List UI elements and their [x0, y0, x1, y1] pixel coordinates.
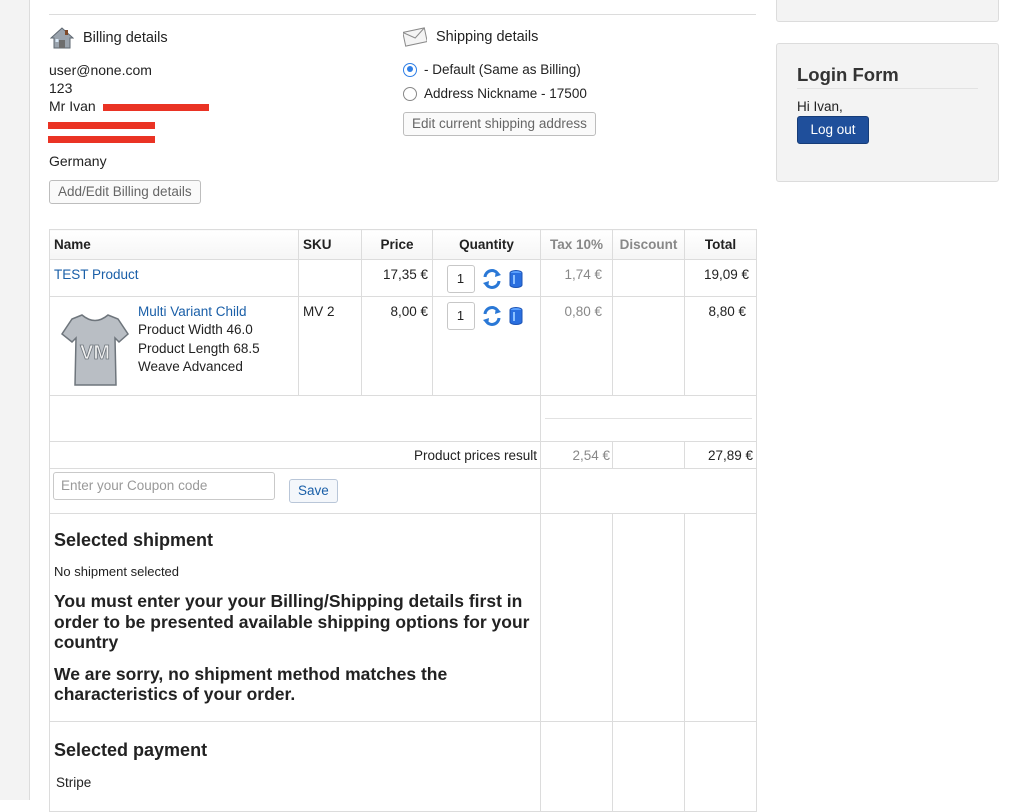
price-cell: 17,35 €	[361, 259, 433, 297]
product-detail: Weave Advanced	[138, 358, 243, 374]
divider	[797, 88, 978, 89]
quantity-cell: 1	[432, 296, 541, 396]
summary-tax: 2,54 €	[540, 441, 613, 469]
column-header-quantity: Quantity	[432, 229, 541, 260]
tax-cell: 0,80 €	[540, 296, 613, 396]
payment-row: Selected payment Stripe	[49, 721, 757, 812]
empty-cell	[540, 721, 613, 812]
login-form-module: Login Form Hi Ivan, Log out	[776, 43, 999, 182]
billing-header: Billing details	[50, 26, 168, 50]
empty-cell	[684, 513, 757, 722]
edit-shipping-button[interactable]: Edit current shipping address	[403, 112, 596, 136]
empty-cell	[540, 395, 757, 442]
total-cell: 8,80 €	[684, 296, 757, 396]
login-form-title: Login Form	[797, 64, 899, 85]
save-coupon-button[interactable]: Save	[289, 479, 338, 503]
empty-cell	[540, 468, 757, 514]
delete-icon[interactable]	[505, 305, 527, 327]
payment-title: Selected payment	[54, 740, 208, 760]
summary-total: 27,89 €	[684, 441, 757, 469]
billing-country: Germany	[49, 152, 107, 169]
delete-icon[interactable]	[505, 268, 527, 290]
empty-cell	[684, 721, 757, 812]
column-header-name: Name	[49, 229, 299, 260]
price-cell: 8,00 €	[361, 296, 433, 396]
shipment-row: Selected shipment No shipment selected Y…	[49, 513, 757, 722]
sku-cell: MV 2	[298, 296, 362, 396]
redaction-bar	[48, 135, 155, 143]
shipment-title: Selected shipment	[54, 530, 214, 550]
redaction-bar	[48, 121, 155, 129]
refresh-icon[interactable]	[481, 268, 503, 290]
quantity-cell: 1	[432, 259, 541, 297]
left-gutter	[0, 0, 30, 800]
billing-city	[48, 134, 155, 152]
radio-checked[interactable]	[403, 62, 417, 77]
product-link[interactable]: TEST Product	[54, 267, 139, 282]
discount-cell	[612, 296, 685, 396]
edit-billing-button[interactable]: Add/Edit Billing details	[49, 180, 201, 204]
table-row: VM Multi Variant Child Product Width 46.…	[49, 296, 757, 396]
billing-line-2: 123	[49, 80, 73, 97]
refresh-icon[interactable]	[481, 305, 503, 327]
sidebar-top-module	[776, 0, 999, 22]
redaction-bar	[103, 104, 209, 112]
tax-cell: 1,74 €	[540, 259, 613, 297]
shipping-option-label: - Default (Same as Billing)	[424, 62, 581, 77]
shipping-title: Shipping details	[436, 29, 539, 45]
logout-button[interactable]: Log out	[797, 116, 869, 144]
product-cell: VM Multi Variant Child Product Width 46.…	[49, 296, 299, 396]
shipment-cell: Selected shipment No shipment selected Y…	[49, 513, 541, 722]
summary-row: Product prices result 2,54 € 27,89 €	[49, 441, 757, 469]
column-header-discount: Discount	[612, 229, 685, 260]
table-header-row: Name SKU Price Quantity Tax 10% Discount…	[49, 229, 757, 260]
billing-name-text: Mr Ivan	[49, 98, 96, 115]
product-tshirt-image: VM	[60, 314, 129, 386]
billing-email: user@none.com	[49, 62, 152, 78]
billing-street	[48, 116, 155, 134]
shipping-option-label: Address Nickname - 17500	[424, 86, 587, 101]
product-link[interactable]: Multi Variant Child	[138, 304, 247, 319]
shipping-option-nickname[interactable]: Address Nickname - 17500	[403, 86, 587, 101]
column-header-price: Price	[361, 229, 433, 260]
shipment-warning: We are sorry, no shipment method matches…	[54, 663, 448, 705]
divider	[49, 14, 756, 15]
empty-cell	[49, 395, 541, 442]
payment-method: Stripe	[56, 775, 92, 790]
payment-cell: Selected payment Stripe	[49, 721, 541, 812]
shipment-warning: You must enter your your Billing/Shippin…	[54, 591, 530, 652]
shipment-status: No shipment selected	[54, 564, 180, 579]
shipping-header: Shipping details	[403, 26, 538, 48]
quantity-input[interactable]: 1	[446, 265, 475, 293]
empty-cell	[540, 513, 613, 722]
summary-label: Product prices result	[49, 441, 541, 469]
greeting-text: Hi Ivan,	[797, 99, 843, 114]
total-cell: 19,09 €	[684, 259, 757, 297]
cart-table: Name SKU Price Quantity Tax 10% Discount…	[49, 229, 757, 812]
cart-main: Billing details user@none.com 123 Mr Iva…	[48, 0, 757, 812]
product-detail: Product Width 46.0	[138, 322, 253, 338]
column-header-tax: Tax 10%	[540, 229, 613, 260]
discount-cell	[612, 259, 685, 297]
quantity-input[interactable]: 1	[446, 302, 475, 330]
product-detail: Product Length 68.5	[138, 340, 260, 356]
sku-cell	[298, 259, 362, 297]
column-header-total: Total	[684, 229, 757, 260]
billing-address: user@none.com 123 Mr Ivan Germany	[48, 61, 209, 170]
table-row: TEST Product 17,35 € 1 1,74 € 19,09 €	[49, 259, 757, 297]
column-header-sku: SKU	[298, 229, 362, 260]
summary-discount	[612, 441, 685, 469]
shipping-option-default[interactable]: - Default (Same as Billing)	[403, 62, 581, 77]
svg-text:VM: VM	[80, 342, 110, 364]
house-icon	[50, 27, 74, 49]
billing-title: Billing details	[83, 30, 168, 46]
coupon-input[interactable]: Enter your Coupon code	[53, 472, 275, 500]
radio-unchecked[interactable]	[403, 86, 417, 101]
empty-cell	[612, 513, 685, 722]
billing-name: Mr Ivan	[49, 97, 209, 115]
empty-cell	[612, 721, 685, 812]
spacer-row	[49, 395, 757, 442]
envelope-icon	[403, 27, 427, 47]
